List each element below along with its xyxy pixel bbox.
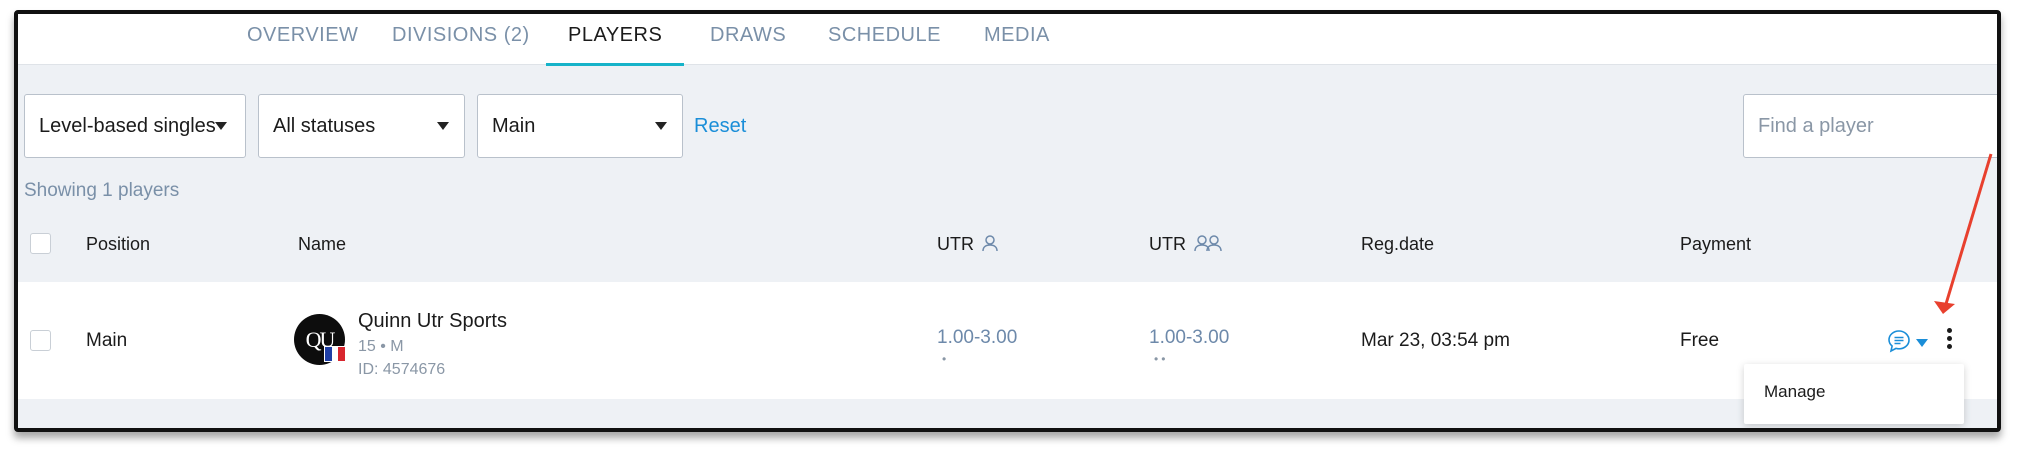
table-row: Main QU Quinn Utr Sports 15 • M ID: 4574…: [18, 282, 1997, 399]
player-age-gender: 15 • M: [358, 338, 404, 355]
menu-item-manage[interactable]: Manage: [1764, 382, 1825, 402]
player-name-link[interactable]: Quinn Utr Sports: [358, 310, 507, 333]
tab-players[interactable]: PLAYERS: [545, 14, 685, 66]
app-window: OVERVIEW DIVISIONS (2) PLAYERS DRAWS SCH…: [14, 10, 2001, 432]
tab-bar: OVERVIEW DIVISIONS (2) PLAYERS DRAWS SCH…: [18, 14, 1997, 66]
table-footer-area: [18, 399, 1997, 428]
tab-media[interactable]: MEDIA: [984, 14, 1050, 65]
player-id: ID: 4574676: [358, 361, 446, 378]
select-all-checkbox[interactable]: [30, 233, 51, 254]
draw-value: Main: [492, 115, 536, 137]
row-position: Main: [86, 330, 128, 351]
event-type-value: Level-based singles: [39, 115, 216, 137]
header-position[interactable]: Position: [86, 234, 150, 255]
row-checkbox[interactable]: [30, 330, 51, 351]
person-icon: [982, 235, 998, 252]
kebab-menu-icon[interactable]: [1944, 326, 1954, 354]
event-type-dropdown[interactable]: Level-based singles: [24, 94, 246, 158]
message-dropdown-caret-icon[interactable]: [1916, 339, 1928, 347]
header-reg-date[interactable]: Reg.date: [1361, 234, 1434, 255]
reset-link[interactable]: Reset: [694, 115, 746, 138]
tab-overview[interactable]: OVERVIEW: [247, 14, 358, 65]
utr-doubles-value: 1.00-3.00: [1149, 327, 1230, 348]
header-name[interactable]: Name: [298, 234, 346, 255]
header-utr-singles-label: UTR: [937, 234, 974, 254]
france-flag-icon: [324, 346, 346, 362]
status-value: All statuses: [273, 115, 376, 137]
player-search-input[interactable]: [1743, 94, 1997, 158]
chat-bubble-icon[interactable]: [1886, 328, 1912, 354]
header-payment[interactable]: Payment: [1680, 234, 1751, 255]
tab-schedule[interactable]: SCHEDULE: [828, 14, 941, 65]
caret-down-icon: [437, 122, 449, 130]
two-persons-icon: [1194, 235, 1222, 252]
caret-down-icon: [655, 122, 667, 130]
header-utr-singles[interactable]: UTR: [937, 234, 999, 255]
utr-singles-reliability: •: [942, 352, 950, 366]
row-payment: Free: [1680, 330, 1720, 351]
tab-draws[interactable]: DRAWS: [710, 14, 786, 65]
utr-doubles-reliability: ••: [1154, 352, 1169, 366]
row-reg-date: Mar 23, 03:54 pm: [1361, 330, 1510, 351]
caret-down-icon: [215, 122, 227, 130]
header-utr-doubles-label: UTR: [1149, 234, 1186, 254]
draw-dropdown[interactable]: Main: [477, 94, 683, 158]
header-utr-doubles[interactable]: UTR: [1149, 234, 1223, 255]
tab-divisions[interactable]: DIVISIONS (2): [392, 14, 530, 65]
row-actions-menu: Manage: [1744, 364, 1964, 424]
status-dropdown[interactable]: All statuses: [258, 94, 465, 158]
utr-singles-value: 1.00-3.00: [937, 327, 1018, 348]
results-count: Showing 1 players: [24, 180, 180, 201]
